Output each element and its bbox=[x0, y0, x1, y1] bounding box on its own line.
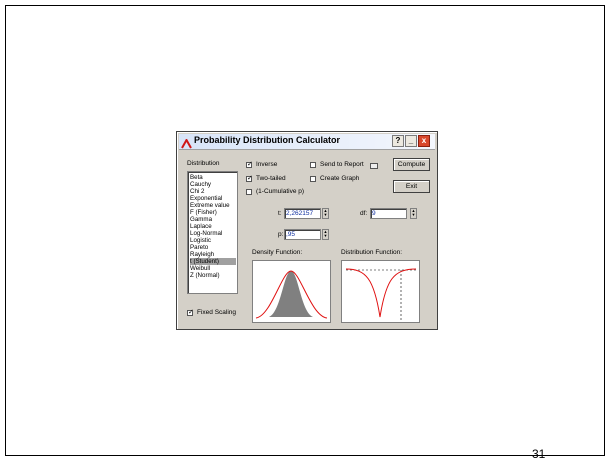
help-button[interactable]: ? bbox=[392, 135, 404, 147]
list-item-selected[interactable]: t (Student) bbox=[190, 258, 236, 265]
inverse-checkbox[interactable]: ✓ bbox=[246, 161, 253, 168]
list-item[interactable]: Z (Normal) bbox=[190, 272, 236, 279]
list-item[interactable]: Logistic bbox=[190, 237, 236, 244]
list-item[interactable]: Log-Normal bbox=[190, 230, 236, 237]
send-to-report-label: Send to Report bbox=[320, 161, 364, 168]
title-bar[interactable]: Probability Distribution Calculator ? _ … bbox=[179, 134, 435, 150]
density-plot bbox=[252, 260, 331, 323]
list-item[interactable]: Gamma bbox=[190, 216, 236, 223]
list-item[interactable]: Beta bbox=[190, 174, 236, 181]
slide-number: 31 bbox=[532, 447, 546, 461]
app-icon bbox=[181, 136, 192, 154]
distribution-list[interactable]: Beta Cauchy Chi 2 Exponential Extreme va… bbox=[187, 171, 238, 294]
cumulative-label: (1-Cumulative p) bbox=[256, 188, 305, 195]
t-label: t: bbox=[278, 210, 282, 217]
window-title: Probability Distribution Calculator bbox=[194, 135, 341, 145]
list-item[interactable]: Pareto bbox=[190, 244, 236, 251]
cumulative-checkbox[interactable] bbox=[246, 189, 252, 195]
df-spinner[interactable]: ▲ ▼ bbox=[410, 208, 417, 219]
create-graph-checkbox[interactable] bbox=[310, 176, 316, 182]
p-label: p: bbox=[278, 231, 284, 238]
t-spinner[interactable]: ▲ ▼ bbox=[322, 208, 329, 219]
two-tailed-checkbox[interactable]: ✓ bbox=[246, 175, 253, 182]
compute-button[interactable]: Compute bbox=[393, 158, 430, 171]
calculator-window: Probability Distribution Calculator ? _ … bbox=[176, 131, 438, 330]
list-item[interactable]: Cauchy bbox=[190, 181, 236, 188]
distribution-label: Distribution bbox=[187, 160, 220, 167]
distribution-plot bbox=[341, 260, 420, 323]
fixed-scaling-checkbox[interactable]: ✓ bbox=[187, 309, 194, 316]
list-item[interactable]: Laplace bbox=[190, 223, 236, 230]
density-function-label: Density Function: bbox=[252, 249, 303, 256]
list-item[interactable]: Rayleigh bbox=[190, 251, 236, 258]
two-tailed-label: Two-tailed bbox=[256, 175, 286, 182]
exit-button[interactable]: Exit bbox=[393, 180, 430, 193]
df-label: df: bbox=[360, 210, 368, 217]
send-to-report-checkbox[interactable] bbox=[310, 162, 316, 168]
p-field[interactable]: ,95 bbox=[284, 229, 321, 240]
list-item[interactable]: Extreme value bbox=[190, 202, 236, 209]
minimize-button[interactable]: _ bbox=[405, 135, 417, 147]
create-graph-label: Create Graph bbox=[320, 175, 360, 182]
list-item[interactable]: Chi 2 bbox=[190, 188, 236, 195]
t-field[interactable]: 2,262157 bbox=[284, 208, 321, 219]
inverse-label: Inverse bbox=[256, 161, 278, 168]
fixed-scaling-label: Fixed Scaling bbox=[197, 309, 237, 316]
list-item[interactable]: Exponential bbox=[190, 195, 236, 202]
list-item[interactable]: Weibull bbox=[190, 265, 236, 272]
distribution-function-label: Distribution Function: bbox=[341, 249, 403, 256]
printer-icon[interactable] bbox=[370, 163, 378, 169]
df-field[interactable]: 9 bbox=[370, 208, 407, 219]
list-item[interactable]: F (Fisher) bbox=[190, 209, 236, 216]
p-spinner[interactable]: ▲ ▼ bbox=[322, 229, 329, 240]
close-button[interactable]: x bbox=[418, 135, 430, 147]
